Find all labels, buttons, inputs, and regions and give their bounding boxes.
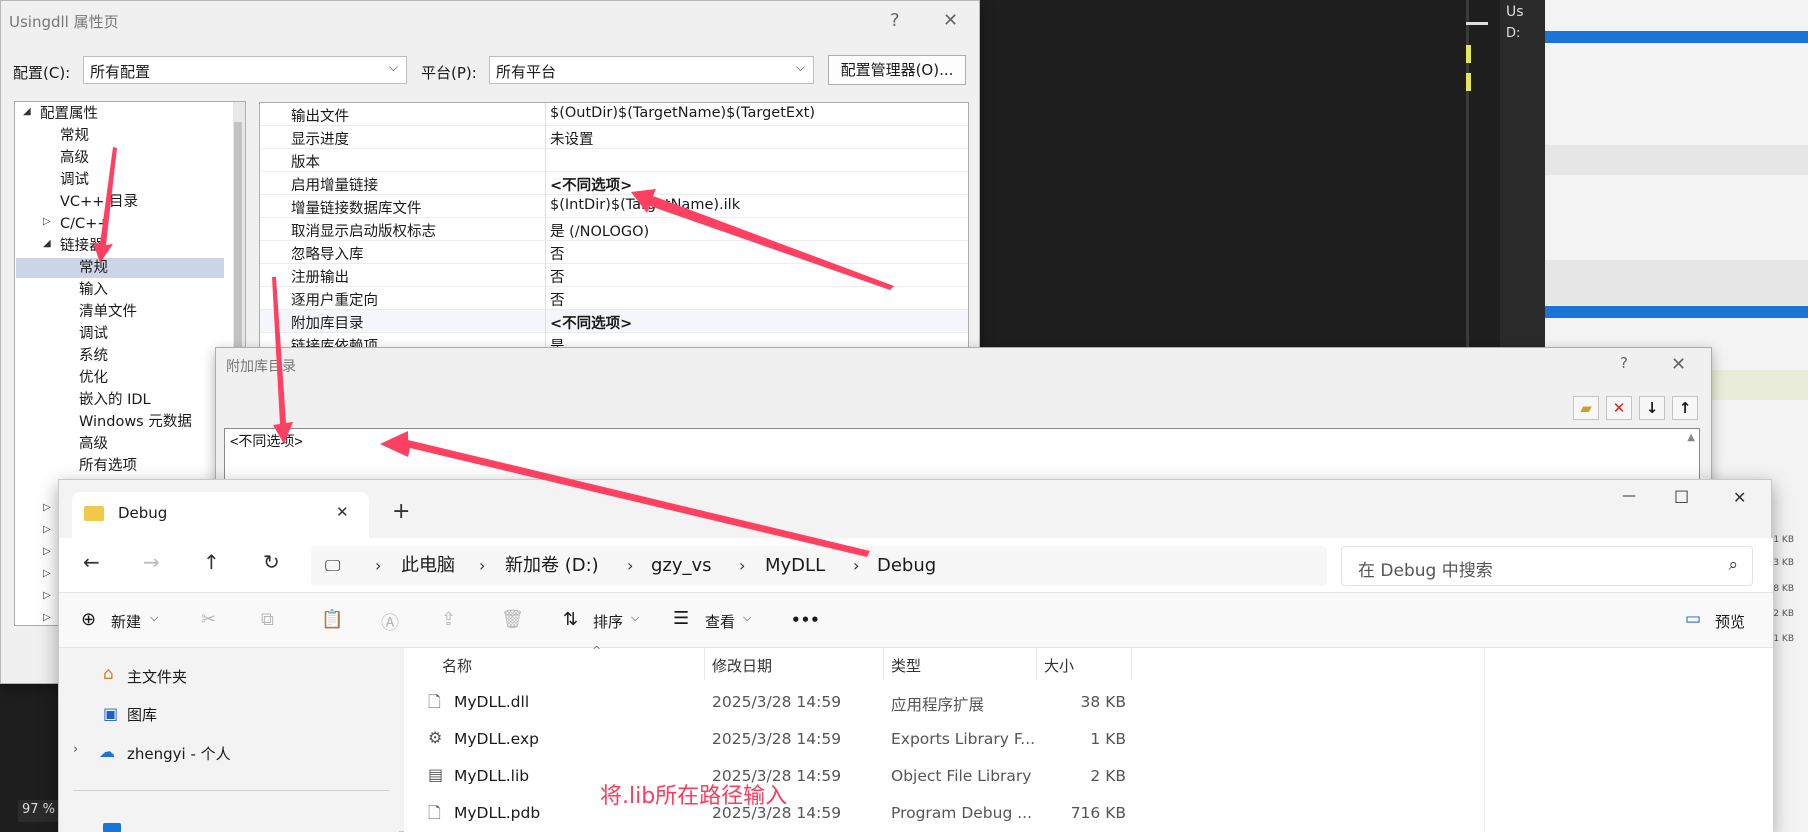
arrow-to-lib-edit-box — [380, 431, 870, 557]
annotation-arrows — [93, 147, 894, 557]
arrow-to-incremental-link — [631, 189, 894, 290]
arrow-to-lib-dialog — [272, 277, 293, 444]
arrow-to-tree-linker-general — [93, 147, 117, 263]
